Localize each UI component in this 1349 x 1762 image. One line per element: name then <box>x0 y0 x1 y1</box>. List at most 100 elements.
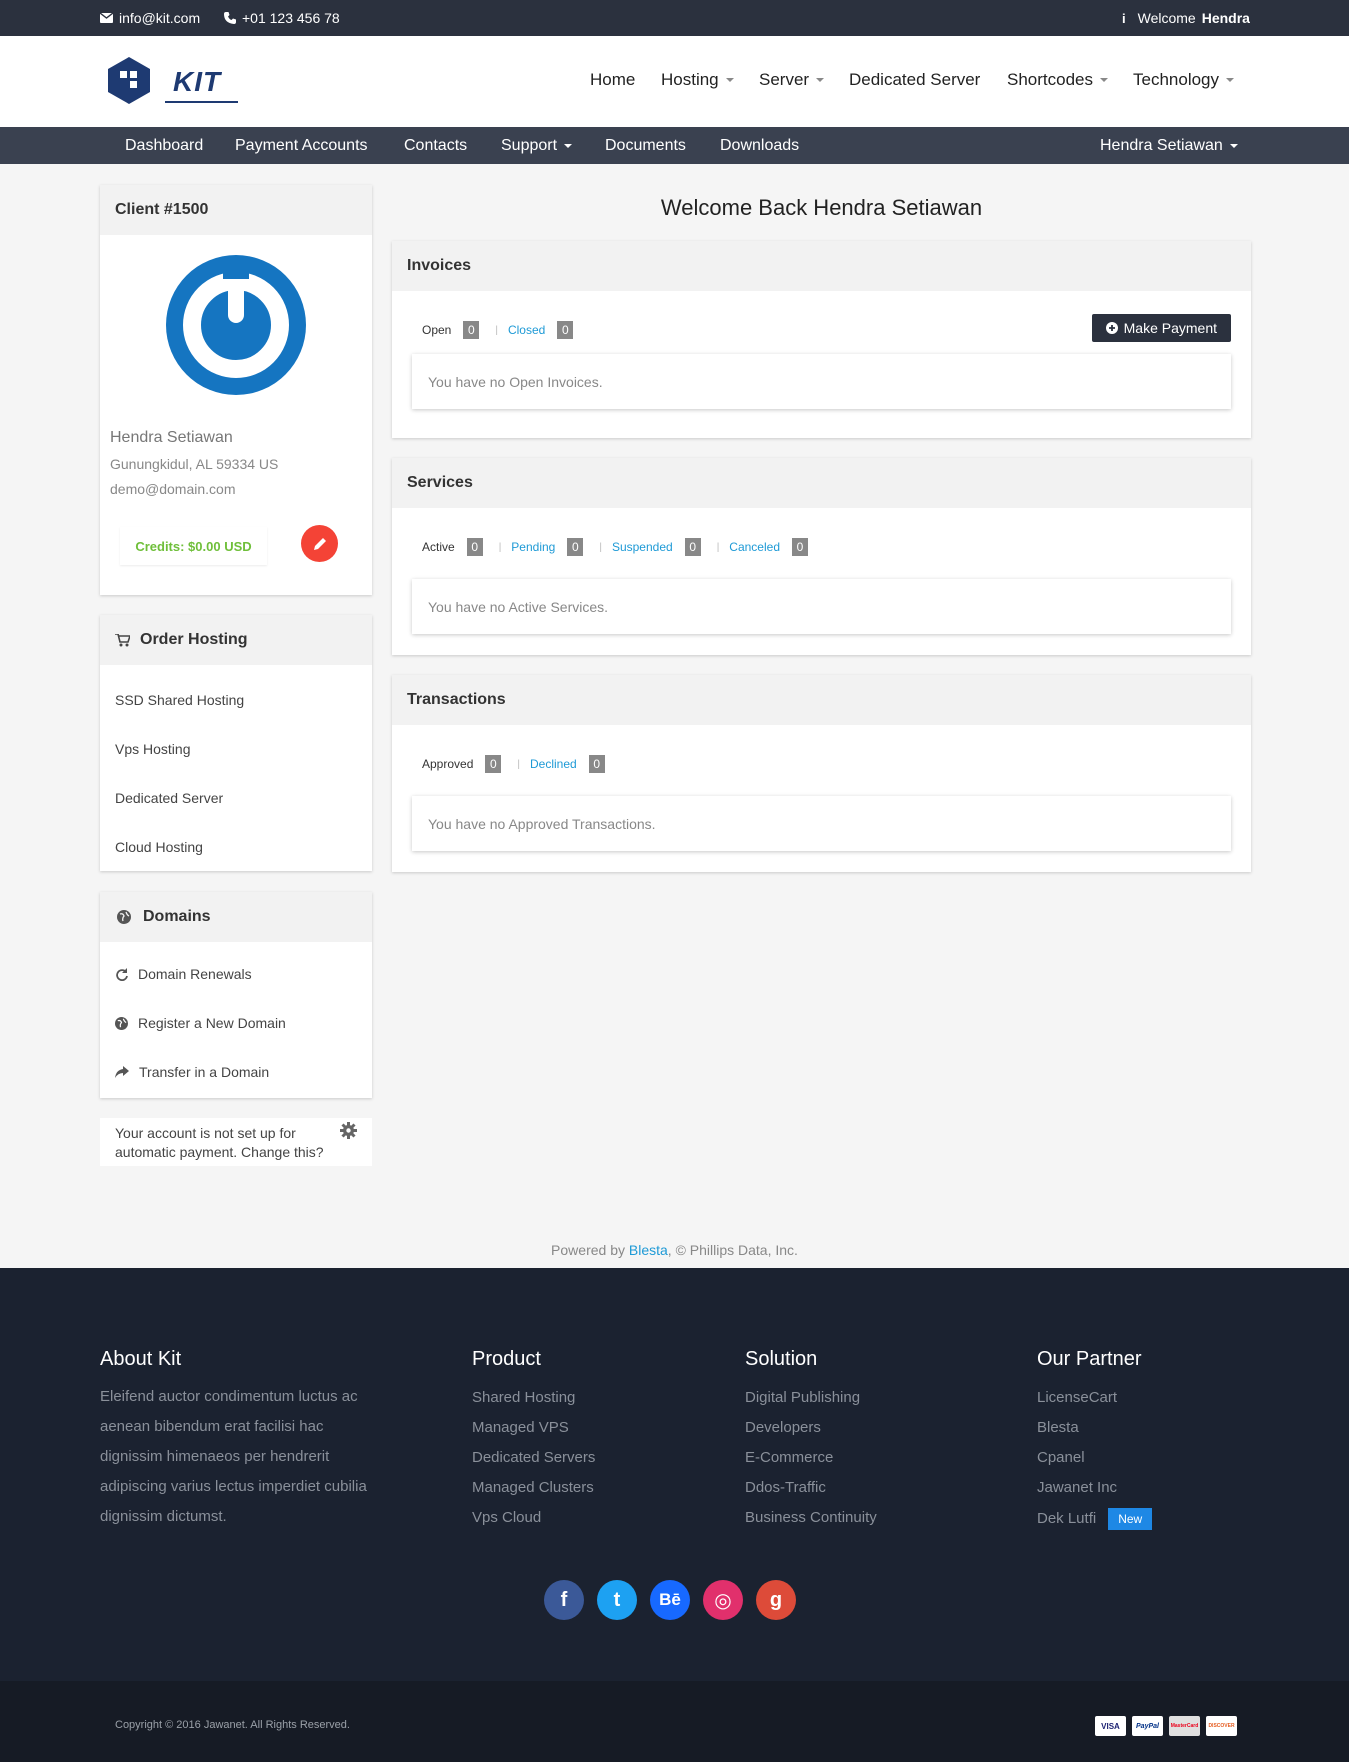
footer-bottom-bar: Copyright © 2016 Jawanet. All Rights Res… <box>0 1681 1349 1762</box>
logo-underline <box>165 101 238 103</box>
caret-down-icon <box>816 78 825 82</box>
blesta-link[interactable]: Blesta <box>629 1242 668 1258</box>
edit-profile-button[interactable] <box>301 525 338 562</box>
twitter-icon[interactable]: t <box>597 1580 637 1620</box>
footer-link[interactable]: LicenseCart <box>1037 1388 1152 1418</box>
autopay-notice-text: Your account is not set up for automatic… <box>115 1125 324 1160</box>
order-hosting-header: Order Hosting <box>100 615 372 665</box>
gear-icon[interactable] <box>340 1122 357 1139</box>
services-title: Services <box>392 458 1251 508</box>
subnav-downloads[interactable]: Downloads <box>720 137 799 155</box>
client-card: Client #1500 Hendra Setiawan Gunungkidul… <box>100 185 372 595</box>
nav-home[interactable]: Home <box>590 70 635 90</box>
footer-about: About Kit Eleifend auctor condimentum lu… <box>100 1348 370 1532</box>
tab-pending-services[interactable]: Pending 0 <box>511 538 584 556</box>
globe-icon <box>115 1016 128 1030</box>
info-icon: i <box>1122 10 1126 26</box>
nav-technology[interactable]: Technology <box>1133 70 1235 90</box>
nav-dedicated-server[interactable]: Dedicated Server <box>849 70 980 90</box>
footer-link[interactable]: Managed VPS <box>472 1418 595 1448</box>
footer-link-with-badge[interactable]: Dek Lutfi New <box>1037 1508 1153 1538</box>
domain-renewals-link[interactable]: Domain Renewals <box>115 966 252 982</box>
nav-hosting[interactable]: Hosting <box>661 70 734 90</box>
tab-approved-transactions[interactable]: Approved 0 <box>422 755 502 773</box>
contact-email[interactable]: info@kit.com <box>100 10 200 26</box>
subnav-user-menu[interactable]: Hendra Setiawan <box>1100 137 1238 155</box>
footer-link[interactable]: Jawanet Inc <box>1037 1478 1152 1508</box>
phone-text: +01 123 456 78 <box>242 10 340 26</box>
avatar[interactable] <box>166 255 306 395</box>
footer-solution-title: Solution <box>745 1348 818 1370</box>
tab-open-invoices[interactable]: Open 0 <box>422 321 480 339</box>
facebook-icon[interactable]: f <box>544 1580 584 1620</box>
tab-suspended-services[interactable]: Suspended 0 <box>612 538 701 556</box>
phone-icon <box>224 12 236 24</box>
footer-link[interactable]: Cpanel <box>1037 1448 1152 1478</box>
subnav-payment-accounts[interactable]: Payment Accounts <box>235 137 368 155</box>
footer-link[interactable]: Digital Publishing <box>745 1388 877 1418</box>
autopay-notice[interactable]: Your account is not set up for automatic… <box>100 1118 372 1166</box>
footer-link[interactable]: E-Commerce <box>745 1448 877 1478</box>
subnav-contacts[interactable]: Contacts <box>404 137 467 155</box>
tab-declined-transactions[interactable]: Declined 0 <box>530 755 605 773</box>
instagram-icon[interactable]: ◎ <box>703 1580 743 1620</box>
copyright: Copyright © 2016 Jawanet. All Rights Res… <box>115 1719 350 1731</box>
make-payment-button[interactable]: Make Payment <box>1091 314 1231 342</box>
mastercard-card-icon: MasterCard <box>1169 1716 1200 1736</box>
powered-by: Powered by Blesta, © Phillips Data, Inc. <box>551 1242 798 1258</box>
tab-closed-invoices[interactable]: Closed 0 <box>508 321 574 339</box>
google-plus-icon[interactable]: g <box>756 1580 796 1620</box>
order-hosting-panel: Order Hosting SSD Shared Hosting Vps Hos… <box>100 615 372 871</box>
tab-active-services[interactable]: Active 0 <box>422 538 483 556</box>
subnav-support[interactable]: Support <box>501 137 573 155</box>
domains-header: Domains <box>100 892 372 942</box>
pencil-icon <box>313 537 326 550</box>
footer-link[interactable]: Vps Cloud <box>472 1508 595 1538</box>
page-title: Welcome Back Hendra Setiawan <box>660 195 983 220</box>
footer-partner-title: Our Partner <box>1037 1348 1142 1370</box>
nav-server[interactable]: Server <box>759 70 825 90</box>
footer-link[interactable]: Shared Hosting <box>472 1388 595 1418</box>
discover-card-icon: DISCOVER <box>1206 1716 1237 1736</box>
transactions-tabs: Approved 0 | Declined 0 <box>422 755 605 773</box>
credits-badge: Credits: $0.00 USD <box>120 527 267 565</box>
footer-about-title: About Kit <box>100 1348 182 1370</box>
refresh-icon <box>116 967 128 981</box>
subnav-dashboard[interactable]: Dashboard <box>125 137 203 155</box>
order-vps-hosting[interactable]: Vps Hosting <box>115 741 190 757</box>
order-ssd-shared-hosting[interactable]: SSD Shared Hosting <box>115 692 244 708</box>
transactions-title: Transactions <box>392 675 1251 725</box>
services-empty-message: You have no Active Services. <box>412 579 1231 634</box>
order-cloud-hosting[interactable]: Cloud Hosting <box>115 839 203 855</box>
footer-link[interactable]: Business Continuity <box>745 1508 877 1538</box>
register-domain-link[interactable]: Register a New Domain <box>115 1015 286 1031</box>
transactions-panel: Transactions Approved 0 | Declined 0 You h… <box>392 675 1251 872</box>
footer-link[interactable]: Dedicated Servers <box>472 1448 595 1478</box>
share-arrow-icon <box>115 1066 129 1078</box>
footer-link[interactable]: Managed Clusters <box>472 1478 595 1508</box>
paypal-card-icon: PayPal <box>1132 1716 1163 1736</box>
tab-canceled-services[interactable]: Canceled 0 <box>729 538 808 556</box>
caret-down-icon <box>564 144 573 148</box>
welcome-user: i Welcome Hendra <box>1122 10 1250 26</box>
logo-icon[interactable] <box>104 55 154 105</box>
new-badge: New <box>1108 1508 1153 1530</box>
welcome-prefix: Welcome <box>1137 10 1196 26</box>
logo-text[interactable]: KIT <box>173 66 221 98</box>
subnav-documents[interactable]: Documents <box>605 137 686 155</box>
footer-link[interactable]: Blesta <box>1037 1418 1152 1448</box>
client-card-title: Client #1500 <box>100 185 372 235</box>
footer-link[interactable]: Developers <box>745 1418 877 1448</box>
transfer-domain-link[interactable]: Transfer in a Domain <box>115 1064 269 1080</box>
nav-shortcodes[interactable]: Shortcodes <box>1007 70 1108 90</box>
footer-product-title: Product <box>472 1348 541 1370</box>
plus-circle-icon <box>1105 322 1118 334</box>
order-dedicated-server[interactable]: Dedicated Server <box>115 790 223 806</box>
contact-phone[interactable]: +01 123 456 78 <box>224 10 340 26</box>
email-text: info@kit.com <box>119 10 201 26</box>
footer-link[interactable]: Ddos-Traffic <box>745 1478 877 1508</box>
behance-icon[interactable]: Bē <box>650 1580 690 1620</box>
caret-down-icon <box>1229 144 1238 148</box>
cart-icon <box>115 633 130 646</box>
client-nav: Dashboard Payment Accounts Contacts Supp… <box>0 127 1349 164</box>
